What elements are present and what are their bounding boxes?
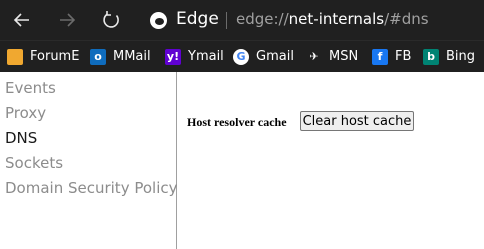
url-prefix: edge:// [236,10,289,28]
browser-brand-label: Edge [176,9,219,29]
msn-icon: ✈ [309,49,319,63]
url-text[interactable]: edge://net-internals/#dns [236,10,429,28]
bookmark-ymail[interactable]: y! Ymail [165,48,224,65]
bookmark-label: Bing [446,49,476,64]
sidebar-item-domain-security-policy[interactable]: Domain Security Policy [5,179,178,197]
host-resolver-cache-label: Host resolver cache [187,115,287,129]
bookmark-label: MMail [113,49,151,64]
url-host: net-internals [288,10,385,28]
clear-host-cache-button[interactable]: Clear host cache [300,111,414,131]
bookmark-label: ForumE [30,49,80,64]
google-icon: G [233,48,249,65]
reload-icon[interactable] [97,6,125,34]
sidebar-item-dns[interactable]: DNS [5,129,37,147]
folder-icon [7,48,23,65]
bookmark-gmail[interactable]: G Gmail [233,48,294,65]
bookmark-bing[interactable]: b Bing [423,48,475,65]
url-divider [226,12,227,29]
sidebar: Events Proxy DNS Sockets Domain Security… [0,72,178,249]
browser-toolbar: Edge edge://net-internals/#dns [0,0,484,40]
bing-icon: b [423,48,439,65]
bookmark-msn[interactable]: ✈ MSN [306,48,358,65]
facebook-icon: f [372,48,388,65]
forward-arrow-icon[interactable] [53,6,81,34]
sidebar-item-proxy[interactable]: Proxy [5,104,46,122]
url-path: /#dns [384,10,429,28]
sidebar-item-sockets[interactable]: Sockets [5,154,63,172]
outlook-icon: o [90,48,106,65]
back-arrow-icon[interactable] [8,6,36,34]
bookmark-fb[interactable]: f FB [372,48,411,65]
bookmark-label: Gmail [256,49,294,64]
bookmark-label: MSN [329,49,359,64]
bookmark-label: FB [395,49,412,64]
bookmark-forume[interactable]: ForumE [7,48,79,65]
bookmark-label: Ymail [188,49,224,64]
yahoo-icon: y! [165,48,181,65]
dns-panel: Host resolver cache Clear host cache [177,72,484,249]
bookmarks-bar: ForumE o MMail y! Ymail G Gmail ✈ MSN f … [0,40,484,72]
bookmark-mmail[interactable]: o MMail [90,48,151,65]
sidebar-item-events[interactable]: Events [5,79,56,97]
edge-logo-icon [150,12,167,29]
address-bar[interactable]: Edge edge://net-internals/#dns [140,4,484,36]
